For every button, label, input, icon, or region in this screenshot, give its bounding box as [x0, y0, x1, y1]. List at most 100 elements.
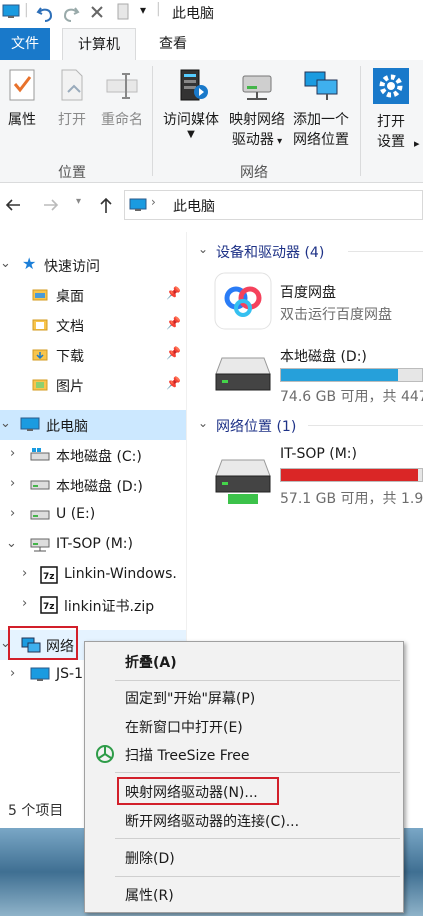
- chevron-right-icon[interactable]: ›: [10, 506, 15, 521]
- menu-item-scan-treesize[interactable]: 扫描 TreeSize Free: [125, 745, 250, 765]
- nav-item-drive-c[interactable]: › 本地磁盘 (C:): [0, 440, 186, 470]
- pin-icon[interactable]: 📌: [166, 286, 181, 300]
- chevron-right-icon[interactable]: ›: [10, 666, 15, 681]
- menu-item-properties[interactable]: 属性(R): [125, 885, 174, 905]
- menu-item-collapse[interactable]: 折叠(A): [125, 652, 177, 672]
- map-drive-label-2: 驱动器: [231, 132, 274, 148]
- nav-item-label: 下载: [56, 349, 84, 365]
- star-icon: ★: [22, 254, 37, 273]
- usb-drive-icon: [30, 510, 50, 520]
- highlight-network: [8, 626, 78, 660]
- delete-icon[interactable]: [90, 5, 104, 19]
- menu-item-disconnect-drive[interactable]: 断开网络驱动器的连接(C)...: [125, 811, 299, 831]
- chevron-right-icon[interactable]: ›: [10, 446, 15, 461]
- nav-item-label: 此电脑: [46, 419, 88, 435]
- add-network-location-button[interactable]: 添加一个 网络位置: [290, 66, 352, 150]
- nav-item-pictures[interactable]: 图片 📌: [0, 370, 186, 400]
- section-network-header[interactable]: 网络位置 (1): [216, 416, 296, 436]
- address-path-box[interactable]: › 此电脑: [124, 190, 423, 220]
- section-devices-header[interactable]: 设备和驱动器 (4): [216, 242, 324, 262]
- group-label-network: 网络: [240, 165, 268, 181]
- drive-icon: [30, 480, 50, 490]
- pin-icon[interactable]: 📌: [166, 316, 181, 330]
- nav-item-drive-d[interactable]: › 本地磁盘 (D:): [0, 470, 186, 500]
- access-media-button[interactable]: 访问媒体 ▼: [158, 66, 224, 140]
- nav-item-drive-e[interactable]: › U (E:): [0, 500, 186, 530]
- nav-item-file-2[interactable]: › 7z linkin证书.zip: [0, 590, 186, 620]
- rename-button[interactable]: 重命名: [96, 68, 148, 130]
- drive-d-item[interactable]: 本地磁盘 (D:) 74.6 GB 可用，共 447: [188, 342, 423, 406]
- nav-item-this-pc[interactable]: ⌄ 此电脑: [0, 410, 186, 440]
- pin-icon[interactable]: 📌: [166, 346, 181, 360]
- computer-icon: [30, 667, 50, 681]
- nav-item-file-1[interactable]: › 7z Linkin-Windows.: [0, 560, 186, 590]
- computer-icon: [20, 417, 40, 431]
- chevron-down-icon[interactable]: ⌄: [0, 256, 11, 271]
- scroll-right-icon[interactable]: ▸: [414, 134, 420, 154]
- nav-item-downloads[interactable]: 下载 📌: [0, 340, 186, 370]
- access-media-label: 访问媒体: [163, 112, 219, 128]
- item-subtitle: 双击运行百度网盘: [280, 307, 392, 323]
- chevron-down-icon[interactable]: ⌄: [0, 416, 11, 431]
- undo-icon[interactable]: [36, 4, 54, 22]
- section-divider: [348, 251, 423, 252]
- nav-item-drive-m[interactable]: ⌄ IT-SOP (M:): [0, 530, 186, 560]
- up-arrow-icon[interactable]: [98, 196, 114, 214]
- highlight-map-drive: [117, 777, 279, 805]
- nav-item-label: linkin证书.zip: [64, 599, 155, 615]
- open-label: 打开: [58, 112, 86, 128]
- pin-icon[interactable]: 📌: [166, 376, 181, 390]
- rename-label: 重命名: [101, 112, 143, 128]
- context-menu: 折叠(A) 固定到"开始"屏幕(P) 在新窗口中打开(E) 扫描 TreeSiz…: [84, 641, 404, 913]
- drive-d-usage-bar: [280, 368, 423, 382]
- drive-m-usage-bar: [280, 468, 423, 482]
- chevron-right-icon[interactable]: ›: [22, 596, 27, 611]
- folder-icon: [32, 319, 48, 331]
- address-bar: ▾ › 此电脑: [0, 186, 423, 228]
- address-path: 此电脑: [173, 199, 215, 215]
- redo-icon[interactable]: [62, 4, 80, 22]
- quick-access-dropdown[interactable]: ▾: [140, 3, 146, 17]
- menu-separator: [115, 876, 400, 877]
- tab-computer[interactable]: 计算机: [62, 28, 136, 62]
- menu-separator: [115, 772, 400, 773]
- tab-view[interactable]: 查看: [148, 28, 198, 60]
- network-drive-icon: [215, 459, 271, 504]
- drive-d-usage-fill: [281, 369, 399, 381]
- drive-m-item[interactable]: IT-SOP (M:) 57.1 GB 可用，共 1.9: [188, 442, 423, 508]
- chevron-right-icon[interactable]: ›: [22, 566, 27, 581]
- open-doc-icon: [61, 69, 83, 101]
- tab-file[interactable]: 文件: [0, 28, 50, 60]
- nav-item-documents[interactable]: 文档 📌: [0, 310, 186, 340]
- nav-item-desktop[interactable]: 桌面 📌: [0, 280, 186, 310]
- menu-item-pin-start[interactable]: 固定到"开始"屏幕(P): [125, 688, 255, 708]
- nav-item-label: 文档: [56, 319, 84, 335]
- forward-arrow-icon[interactable]: [42, 198, 60, 212]
- treesize-icon: [96, 745, 114, 763]
- item-subtitle: 57.1 GB 可用，共 1.9: [280, 491, 423, 507]
- folder-icon: [32, 379, 48, 391]
- chevron-right-icon[interactable]: ›: [10, 476, 15, 491]
- chevron-down-icon[interactable]: ⌄: [198, 242, 208, 256]
- nav-item-label: U (E:): [56, 506, 96, 522]
- 7zip-archive-icon: 7z: [40, 566, 58, 584]
- chevron-down-icon: ▾: [273, 136, 283, 147]
- chevron-down-icon[interactable]: ⌄: [6, 536, 17, 551]
- nav-item-label: 图片: [56, 379, 84, 395]
- nav-item-quick-access[interactable]: ⌄ ★ 快速访问: [0, 250, 186, 280]
- back-arrow-icon[interactable]: [4, 198, 22, 212]
- system-drive-icon: [30, 448, 50, 461]
- chevron-down-icon[interactable]: ⌄: [198, 416, 208, 430]
- open-settings-button[interactable]: 打开 设置: [366, 66, 416, 152]
- baidu-netdisk-item[interactable]: 百度网盘 双击运行百度网盘: [188, 268, 423, 332]
- properties-icon[interactable]: [116, 3, 130, 21]
- menu-item-open-new-window[interactable]: 在新窗口中打开(E): [125, 717, 243, 737]
- menu-item-delete[interactable]: 删除(D): [125, 848, 175, 868]
- item-name: 本地磁盘 (D:): [280, 349, 367, 365]
- section-divider: [308, 425, 423, 426]
- settings-gear-icon: [373, 68, 409, 104]
- properties-button[interactable]: 属性: [2, 68, 42, 130]
- open-button[interactable]: 打开: [52, 68, 92, 130]
- map-network-drive-button[interactable]: 映射网络 驱动器 ▾: [226, 66, 288, 152]
- recent-dropdown-icon[interactable]: ▾: [76, 196, 81, 207]
